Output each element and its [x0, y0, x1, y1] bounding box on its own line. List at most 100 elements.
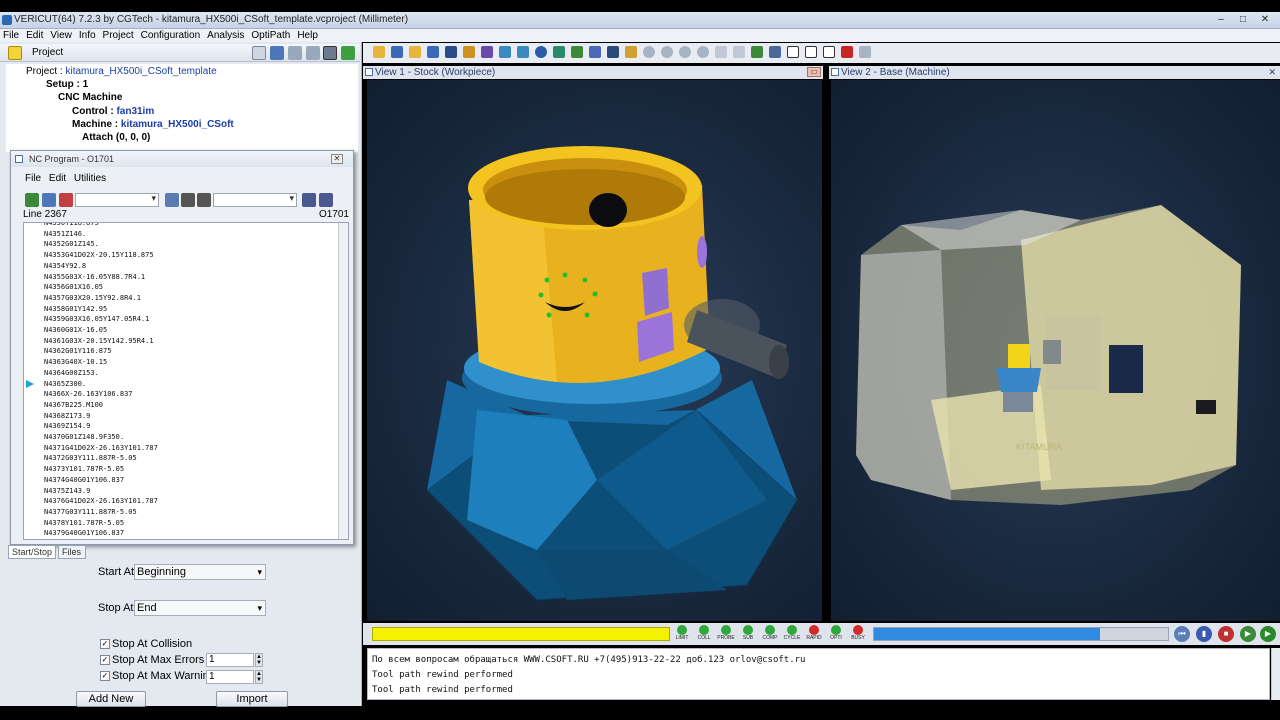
- nc-code-line[interactable]: N4365Z300.: [44, 380, 86, 388]
- step-button[interactable]: ▮: [1196, 626, 1212, 642]
- view1-close-icon[interactable]: ▭: [807, 67, 821, 77]
- nc-code-line[interactable]: N4368Z173.9: [44, 412, 90, 420]
- save-as-icon[interactable]: [427, 46, 439, 58]
- tree-options-icon[interactable]: [252, 46, 266, 60]
- nc-scrollbar[interactable]: [338, 223, 348, 539]
- maximize-button[interactable]: □: [1234, 13, 1252, 27]
- axes-icon[interactable]: [589, 46, 601, 58]
- nc-code-view[interactable]: N4350Y118.875 N4351Z146. N4352G01Z145. N435…: [23, 222, 349, 540]
- save-project-icon[interactable]: [391, 46, 403, 58]
- sim-progress-bar[interactable]: [372, 627, 670, 641]
- rewind-button[interactable]: ⏮: [1174, 626, 1190, 642]
- play-button[interactable]: ▶: [1260, 626, 1276, 642]
- nc-code-line[interactable]: N4351Z146.: [44, 230, 86, 238]
- max-errors-stepper[interactable]: ▲ ▼: [255, 653, 263, 667]
- nc-code-line[interactable]: N4372G03Y111.887R-5.05: [44, 454, 137, 462]
- fixture-icon[interactable]: [463, 46, 475, 58]
- view2-canvas[interactable]: KITAMURA: [831, 80, 1280, 621]
- nc-code-line[interactable]: N4374G40G01Y106.837: [44, 476, 124, 484]
- rotate-icon[interactable]: [715, 46, 727, 58]
- layout-split-icon[interactable]: [805, 46, 817, 58]
- nc-code-line[interactable]: N4371G41D02X-26.163Y101.787: [44, 444, 158, 452]
- nc-check-icon[interactable]: [59, 193, 73, 207]
- nc-code-line[interactable]: N4367B225.M100: [44, 401, 103, 409]
- nc-find-next-icon[interactable]: [197, 193, 211, 207]
- nc-code-line[interactable]: N4366X-26.163Y106.837: [44, 390, 133, 398]
- menu-help[interactable]: Help: [294, 29, 322, 42]
- indicator-comp[interactable]: COMP: [760, 625, 780, 643]
- open-file-icon[interactable]: [409, 46, 421, 58]
- tree-item-setup[interactable]: Setup : 1: [46, 79, 88, 90]
- nc-save-icon[interactable]: [25, 193, 39, 207]
- menu-project[interactable]: Project: [100, 29, 138, 42]
- indicator-probe[interactable]: PROBE: [716, 625, 736, 643]
- nc-step-down-icon[interactable]: [319, 193, 333, 207]
- nc-code-line[interactable]: N4350Y118.875: [44, 223, 99, 227]
- nc-code-line[interactable]: N4357G03X20.15Y92.8R4.1: [44, 294, 141, 302]
- indicator-opti[interactable]: OPTI: [826, 625, 846, 643]
- menu-configuration[interactable]: Configuration: [138, 29, 204, 42]
- nc-code-line[interactable]: N4369Z154.9: [44, 422, 90, 430]
- nc-code-line[interactable]: N4362G01Y116.875: [44, 347, 111, 355]
- indicator-limit[interactable]: LIMIT: [672, 625, 692, 643]
- max-warnings-input[interactable]: 1: [206, 670, 254, 684]
- indicator-cycle[interactable]: CYCLE: [782, 625, 802, 643]
- tab-files[interactable]: Files: [58, 545, 86, 559]
- stop-button[interactable]: ■: [1218, 626, 1234, 642]
- nc-menu-file[interactable]: File: [25, 173, 41, 184]
- close-button[interactable]: ✕: [1256, 13, 1274, 27]
- stock-icon[interactable]: [445, 46, 457, 58]
- reset-model-icon[interactable]: [751, 46, 763, 58]
- tree-up-icon[interactable]: [288, 46, 302, 60]
- tree-down-icon[interactable]: [306, 46, 320, 60]
- tree-add-icon[interactable]: [341, 46, 355, 60]
- menu-view[interactable]: View: [47, 29, 76, 42]
- layout-stack-icon[interactable]: [823, 46, 835, 58]
- nc-code-line[interactable]: N4361G03X-20.15Y142.95R4.1: [44, 337, 154, 345]
- cut-stock-icon[interactable]: [625, 46, 637, 58]
- stop-max-warnings-checkbox[interactable]: ✓: [100, 671, 110, 681]
- tree-settings-icon[interactable]: [323, 46, 337, 60]
- control-icon[interactable]: [571, 46, 583, 58]
- nc-code-line[interactable]: N4353G41D02X-20.15Y118.875: [44, 251, 154, 259]
- nc-code-line[interactable]: N4359G03X16.05Y147.05R4.1: [44, 315, 149, 323]
- nc-code-line[interactable]: N4377G03Y111.887R-5.05: [44, 508, 137, 516]
- nc-code-line[interactable]: N4363G40X-10.15: [44, 358, 107, 366]
- nc-find-icon[interactable]: [181, 193, 195, 207]
- menu-info[interactable]: Info: [76, 29, 100, 42]
- design-icon[interactable]: [481, 46, 493, 58]
- view1-canvas[interactable]: [367, 80, 822, 621]
- log-scrollbar[interactable]: [1271, 648, 1280, 700]
- menu-optipath[interactable]: OptiPath: [248, 29, 294, 42]
- nc-code-line[interactable]: N4373Y101.787R-5.05: [44, 465, 124, 473]
- nc-code-line[interactable]: N4370G01Z148.9F350.: [44, 433, 124, 441]
- nc-code-line[interactable]: N4358G01Y142.95: [44, 305, 107, 313]
- menu-analysis[interactable]: Analysis: [204, 29, 248, 42]
- tree-item-project[interactable]: Project : kitamura_HX500i_CSoft_template: [26, 66, 217, 77]
- indicator-busy[interactable]: BUSY: [848, 625, 868, 643]
- tool-manager-icon[interactable]: [499, 46, 511, 58]
- zoom-out-icon[interactable]: [679, 46, 691, 58]
- components-icon[interactable]: [607, 46, 619, 58]
- nc-code-line[interactable]: N4364G00Z153.: [44, 369, 99, 377]
- menu-file[interactable]: File: [0, 29, 23, 42]
- tree-tool-icon[interactable]: [270, 46, 284, 60]
- info-icon[interactable]: [535, 46, 547, 58]
- nc-code-line[interactable]: N4375Z143.9: [44, 487, 90, 495]
- project-folder-icon[interactable]: [8, 46, 22, 60]
- indicator-rapid[interactable]: RAPID: [804, 625, 824, 643]
- tab-start-stop[interactable]: Start/Stop: [8, 545, 56, 559]
- nc-code-line[interactable]: N4355G03X-16.05Y88.7R4.1: [44, 273, 145, 281]
- zoom-fit-icon[interactable]: [697, 46, 709, 58]
- import-setup-button[interactable]: Import Setup...: [216, 691, 288, 719]
- nc-step-up-icon[interactable]: [302, 193, 316, 207]
- stop-collision-checkbox[interactable]: ✓: [100, 639, 110, 649]
- layout-single-icon[interactable]: [787, 46, 799, 58]
- nc-code-line[interactable]: N4376G41D02X-26.163Y101.787: [44, 497, 158, 505]
- play-to-end-button[interactable]: ▶: [1240, 626, 1256, 642]
- tree-item-machine[interactable]: Machine : kitamura_HX500i_CSoft: [72, 119, 234, 130]
- nc-program-icon[interactable]: [517, 46, 529, 58]
- pan-icon[interactable]: [733, 46, 745, 58]
- nc-filter-combo[interactable]: [213, 193, 297, 207]
- machine-icon[interactable]: [553, 46, 565, 58]
